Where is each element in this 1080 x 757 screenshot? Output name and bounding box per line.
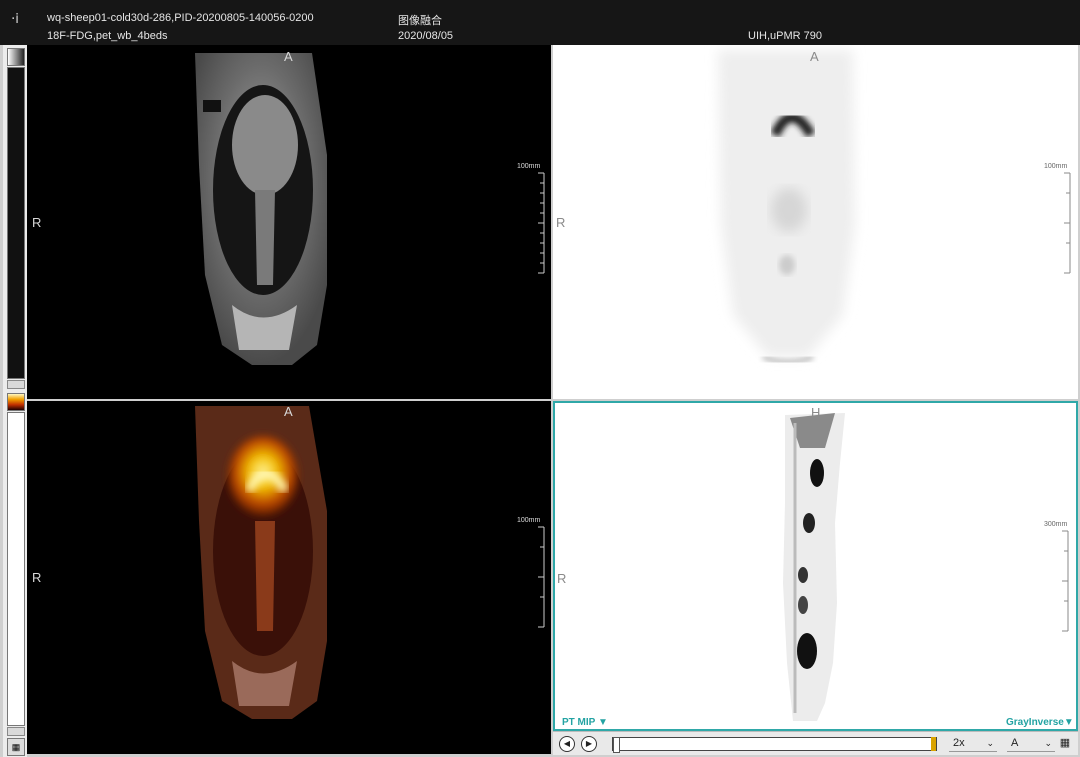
mr-window-bar[interactable] bbox=[7, 67, 25, 379]
chevron-down-icon: ▼ bbox=[597, 717, 608, 728]
cine-toolbar: ◀ ▶ 2x ⌄ A ⌄ ▦ bbox=[553, 731, 1078, 755]
scanner-model: UIH,uPMR 790 bbox=[748, 30, 822, 42]
fusion-coronal-viewport[interactable]: A R 100mm bbox=[27, 401, 551, 754]
pet-coronal-viewport[interactable]: A R 100mm bbox=[553, 45, 1078, 399]
axis-dropdown[interactable]: A ⌄ bbox=[1007, 736, 1055, 752]
slider-position-marker[interactable] bbox=[931, 737, 936, 751]
series-description: 18F-FDG,pet_wb_4beds bbox=[47, 30, 168, 42]
mip-mode-dropdown[interactable]: PT MIP ▼ bbox=[562, 717, 608, 728]
study-info-header: ·i wq-sheep01-cold30d-286,PID-20200805-1… bbox=[0, 0, 1080, 45]
scale-ruler bbox=[538, 526, 545, 628]
frame-slider[interactable] bbox=[612, 737, 937, 753]
pet-window-knob[interactable] bbox=[7, 727, 25, 736]
workflow-title: 图像融合 bbox=[398, 15, 442, 27]
axis-value: A bbox=[1011, 737, 1019, 749]
speed-value: 2x bbox=[953, 737, 965, 749]
speed-dropdown[interactable]: 2x ⌄ bbox=[949, 736, 997, 752]
chevron-down-icon: ⌄ bbox=[1044, 738, 1052, 748]
layout-grid-icon[interactable]: ▦ bbox=[7, 738, 25, 756]
lut-dropdown[interactable]: GrayInverse▼ bbox=[1006, 717, 1074, 728]
calendar-icon[interactable]: ▦ bbox=[1057, 735, 1073, 751]
pt-mip-viewport[interactable]: H R 300mm PT MIP ▼ GrayInverse▼ bbox=[553, 401, 1078, 731]
scale-ruler bbox=[1062, 530, 1069, 632]
mr-window-knob[interactable] bbox=[7, 380, 25, 389]
study-date: 2020/08/05 bbox=[398, 30, 454, 42]
scale-ruler bbox=[1064, 172, 1071, 274]
mr-coronal-viewport[interactable]: A R 100mm bbox=[27, 45, 551, 399]
hot-colormap-swatch-icon[interactable] bbox=[7, 393, 25, 411]
play-forward-icon[interactable]: ▶ bbox=[581, 736, 597, 752]
chevron-down-icon: ▼ bbox=[1063, 717, 1074, 728]
mip-mode-label: PT MIP bbox=[562, 717, 596, 728]
patient-study-id: wq-sheep01-cold30d-286,PID-20200805-1400… bbox=[47, 12, 314, 24]
info-icon[interactable]: ·i bbox=[5, 10, 25, 30]
pet-window-bar[interactable] bbox=[7, 412, 25, 726]
grayscale-swatch-icon[interactable] bbox=[7, 48, 25, 66]
slider-start-handle[interactable] bbox=[613, 737, 620, 753]
window-level-sidebar: ▦ bbox=[3, 45, 27, 757]
play-back-icon[interactable]: ◀ bbox=[559, 736, 575, 752]
chevron-down-icon: ⌄ bbox=[986, 738, 994, 748]
scale-ruler bbox=[538, 172, 545, 274]
lut-label: GrayInverse bbox=[1006, 717, 1064, 728]
